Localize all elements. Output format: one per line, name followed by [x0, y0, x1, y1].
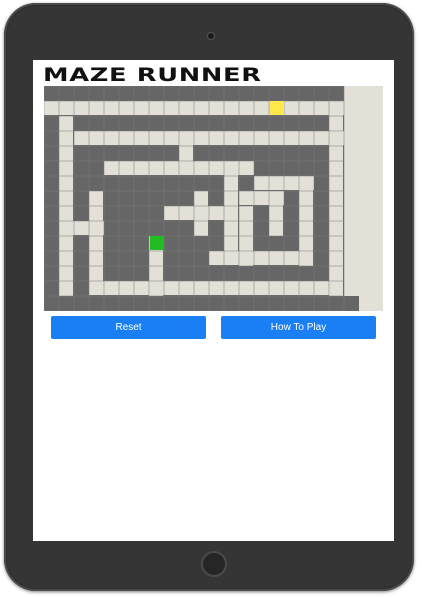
maze-path-16	[194, 191, 208, 236]
player-cell	[150, 236, 164, 250]
maze-path-3	[59, 116, 73, 311]
maze-path-20	[239, 191, 284, 205]
reset-button[interactable]: Reset	[51, 316, 206, 339]
game-title: MAZE RUNNER	[43, 64, 262, 86]
tablet-frame: MAZE RUNNER Reset How To Play	[4, 3, 414, 591]
goal-cell	[270, 101, 284, 115]
screen: MAZE RUNNER Reset How To Play	[33, 60, 394, 541]
maze-board[interactable]	[44, 86, 383, 311]
home-button[interactable]	[201, 551, 227, 577]
how-to-play-button[interactable]: How To Play	[221, 316, 376, 339]
maze-path-0	[44, 101, 269, 115]
maze-grid[interactable]	[44, 86, 383, 311]
maze-path-21	[359, 86, 383, 311]
maze-path-9	[329, 101, 343, 296]
maze-bottom-wall	[44, 296, 359, 311]
camera-icon	[207, 32, 215, 40]
